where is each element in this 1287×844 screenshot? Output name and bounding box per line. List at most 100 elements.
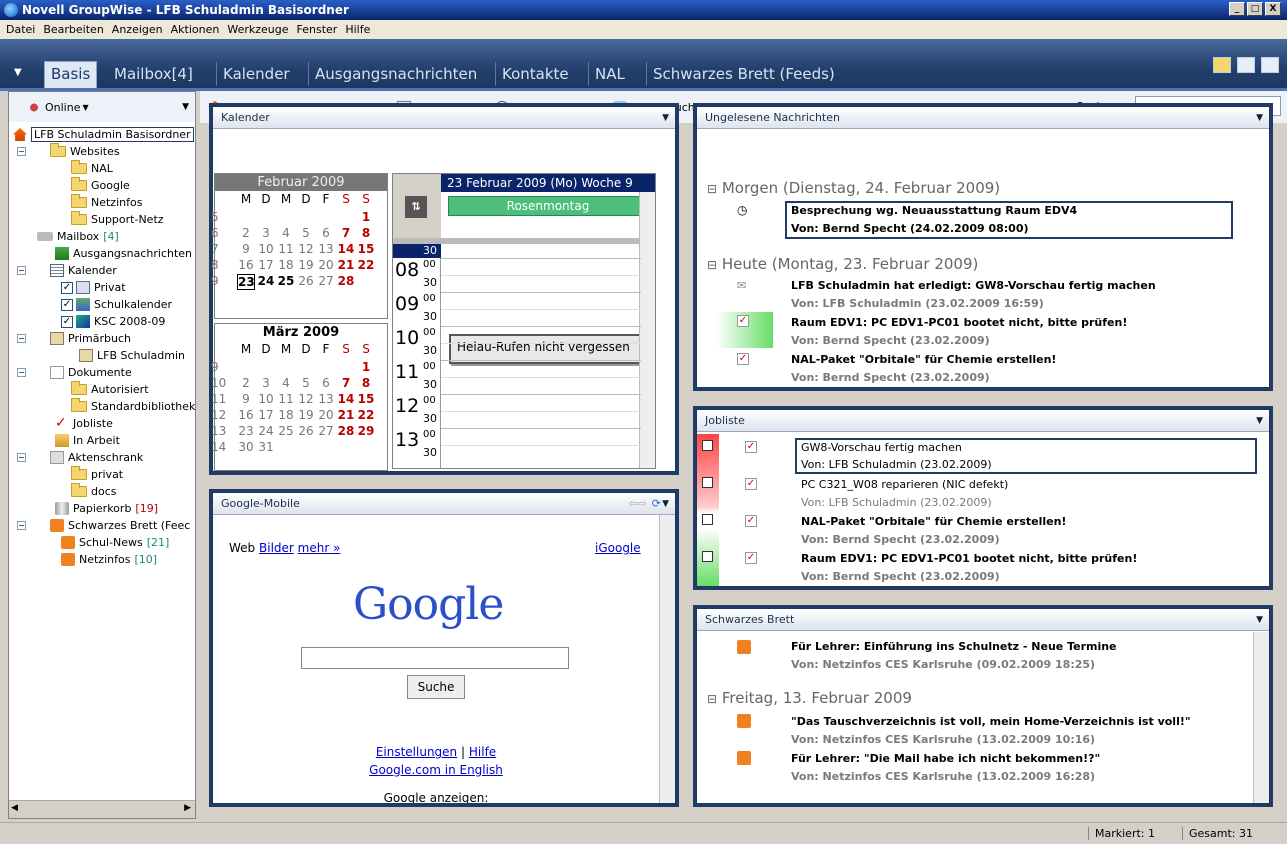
tree-brett[interactable]: − Schwarzes Brett (Feec: [17, 517, 190, 534]
message-subject[interactable]: Besprechung wg. Neuausstattung Raum EDV4: [791, 204, 1077, 217]
back-forward-icon[interactable]: ⇦⇨: [629, 493, 647, 515]
calendar-day[interactable]: 15: [357, 242, 375, 256]
tree-jobliste[interactable]: ✓ Jobliste: [55, 415, 113, 432]
calendar-day[interactable]: 10: [257, 242, 275, 256]
menu-bearbeiten[interactable]: Bearbeiten: [43, 23, 103, 36]
calendar-day[interactable]: 7: [337, 226, 355, 240]
calendar-day[interactable]: 5: [297, 226, 315, 240]
calendar-day[interactable]: 19: [297, 258, 315, 272]
tree-schulnews[interactable]: Schul-News [21]: [61, 534, 169, 551]
calendar-day[interactable]: 8: [357, 226, 375, 240]
menu-aktionen[interactable]: Aktionen: [171, 23, 220, 36]
calendar-day[interactable]: 11: [277, 242, 295, 256]
close-button[interactable]: X: [1265, 2, 1281, 16]
refresh-icon[interactable]: ⟳: [652, 493, 661, 515]
tree-nal[interactable]: NAL: [71, 160, 113, 177]
calendar-day[interactable]: 27: [317, 424, 335, 438]
calendar-day[interactable]: 25: [277, 274, 295, 288]
calendar-day[interactable]: 28: [337, 424, 355, 438]
calendar-day[interactable]: 11: [277, 392, 295, 406]
group-heute[interactable]: ⊟ Heute (Montag, 23. Februar 2009): [707, 255, 978, 273]
group-morgen[interactable]: ⊟ Morgen (Dienstag, 24. Februar 2009): [707, 179, 1000, 197]
scroll-right-icon[interactable]: ▶: [184, 803, 191, 813]
igoogle-link[interactable]: iGoogle: [595, 541, 641, 555]
calendar-day[interactable]: 5: [297, 376, 315, 390]
day-view-toggle-icon[interactable]: ⇅: [405, 196, 427, 218]
folders-view-icon[interactable]: [1213, 57, 1231, 73]
collapse-icon[interactable]: −: [17, 334, 26, 343]
calendar-day[interactable]: 15: [357, 392, 375, 406]
calendar-day[interactable]: 24: [257, 274, 275, 288]
calendar-day[interactable]: 18: [277, 258, 295, 272]
calendar-day[interactable]: 31: [257, 440, 275, 454]
panel-menu-icon[interactable]: ▼: [1256, 609, 1263, 631]
menu-anzeigen[interactable]: Anzeigen: [112, 23, 163, 36]
tree-netzinfos[interactable]: Netzinfos: [71, 194, 142, 211]
tab-kalender[interactable]: Kalender: [216, 62, 296, 86]
calendar-day[interactable]: 2: [237, 376, 255, 390]
google-search-input[interactable]: [301, 647, 569, 669]
privat-checkbox[interactable]: ✓: [61, 281, 73, 294]
tab-nal[interactable]: NAL: [588, 62, 631, 86]
calendar-day[interactable]: 17: [257, 408, 275, 422]
calendar-day[interactable]: 8: [357, 376, 375, 390]
ksc-checkbox[interactable]: ✓: [61, 315, 73, 328]
calendar-day[interactable]: 23: [237, 424, 255, 438]
tab-ausgangsnachrichten[interactable]: Ausgangsnachrichten: [308, 62, 483, 86]
tree-google[interactable]: Google: [71, 177, 130, 194]
horizontal-scrollbar[interactable]: ◀ ▶: [9, 800, 195, 818]
tree-docs[interactable]: docs: [71, 483, 117, 500]
tree-lfb[interactable]: LFB Schuladmin: [79, 347, 185, 364]
feed-subject[interactable]: "Das Tauschverzeichnis ist voll, mein Ho…: [791, 715, 1191, 728]
calendar-day[interactable]: 16: [237, 408, 255, 422]
calendar-day[interactable]: 10: [257, 392, 275, 406]
tree-ksc[interactable]: ✓ KSC 2008-09: [61, 313, 165, 330]
panel-menu-icon[interactable]: ▼: [1256, 410, 1263, 432]
calendar-day[interactable]: 22: [357, 408, 375, 422]
message-subject[interactable]: Raum EDV1: PC EDV1-PC01 bootet nicht, bi…: [791, 316, 1127, 329]
calendar-day[interactable]: 1: [357, 210, 375, 224]
tree-mailbox[interactable]: Mailbox [4]: [37, 228, 119, 245]
tree-inarbeit[interactable]: In Arbeit: [55, 432, 120, 449]
calendar-day[interactable]: 23: [237, 274, 255, 290]
feed-subject[interactable]: Für Lehrer: Einführung ins Schulnetz - N…: [791, 640, 1117, 653]
tree-dokumente[interactable]: − Dokumente: [17, 364, 132, 381]
collapse-icon[interactable]: −: [17, 453, 26, 462]
english-link[interactable]: Google.com in English: [369, 763, 503, 777]
calendar-day[interactable]: 28: [337, 274, 355, 288]
tab-kontakte[interactable]: Kontakte: [495, 62, 575, 86]
hilfe-link[interactable]: Hilfe: [469, 745, 496, 759]
calendar-day[interactable]: 9: [237, 392, 255, 406]
calendar-day[interactable]: 6: [317, 226, 335, 240]
tab-basis[interactable]: Basis: [44, 61, 98, 88]
calendar-day[interactable]: 29: [357, 424, 375, 438]
tree-netzinfos2[interactable]: Netzinfos [10]: [61, 551, 157, 568]
einstellungen-link[interactable]: Einstellungen: [376, 745, 457, 759]
tree-privat[interactable]: ✓ Privat: [61, 279, 126, 296]
collapse-icon[interactable]: −: [17, 368, 26, 377]
calendar-day[interactable]: 2: [237, 226, 255, 240]
list-view-icon[interactable]: [1237, 57, 1255, 73]
tree-websites[interactable]: − Websites: [17, 143, 120, 160]
tree-schulkalender[interactable]: ✓ Schulkalender: [61, 296, 172, 313]
schulkalender-checkbox[interactable]: ✓: [61, 298, 73, 311]
calendar-day[interactable]: 3: [257, 226, 275, 240]
panel-menu-icon[interactable]: ▼: [662, 107, 669, 129]
calendar-day[interactable]: 21: [337, 258, 355, 272]
day-view-scrollbar[interactable]: [639, 192, 655, 468]
job-checkbox[interactable]: [702, 440, 713, 451]
job-checkbox[interactable]: [702, 514, 713, 525]
calendar-day[interactable]: 21: [337, 408, 355, 422]
calendar-day[interactable]: 16: [237, 258, 255, 272]
tree-standard[interactable]: Standardbibliothek: [71, 398, 195, 415]
tree-root[interactable]: LFB Schuladmin Basisordner: [13, 126, 194, 143]
bilder-link[interactable]: Bilder: [259, 541, 294, 555]
panel-menu-icon[interactable]: ▼: [1256, 107, 1263, 129]
job-subject[interactable]: Raum EDV1: PC EDV1-PC01 bootet nicht, bi…: [801, 552, 1137, 565]
message-subject[interactable]: NAL-Paket "Orbitale" für Chemie erstelle…: [791, 353, 1056, 366]
calendar-day[interactable]: 1: [357, 360, 375, 374]
tree-akten[interactable]: − Aktenschrank: [17, 449, 143, 466]
calendar-day[interactable]: 6: [317, 376, 335, 390]
group-freitag[interactable]: ⊟ Freitag, 13. Februar 2009: [707, 689, 912, 707]
menu-hilfe[interactable]: Hilfe: [345, 23, 370, 36]
